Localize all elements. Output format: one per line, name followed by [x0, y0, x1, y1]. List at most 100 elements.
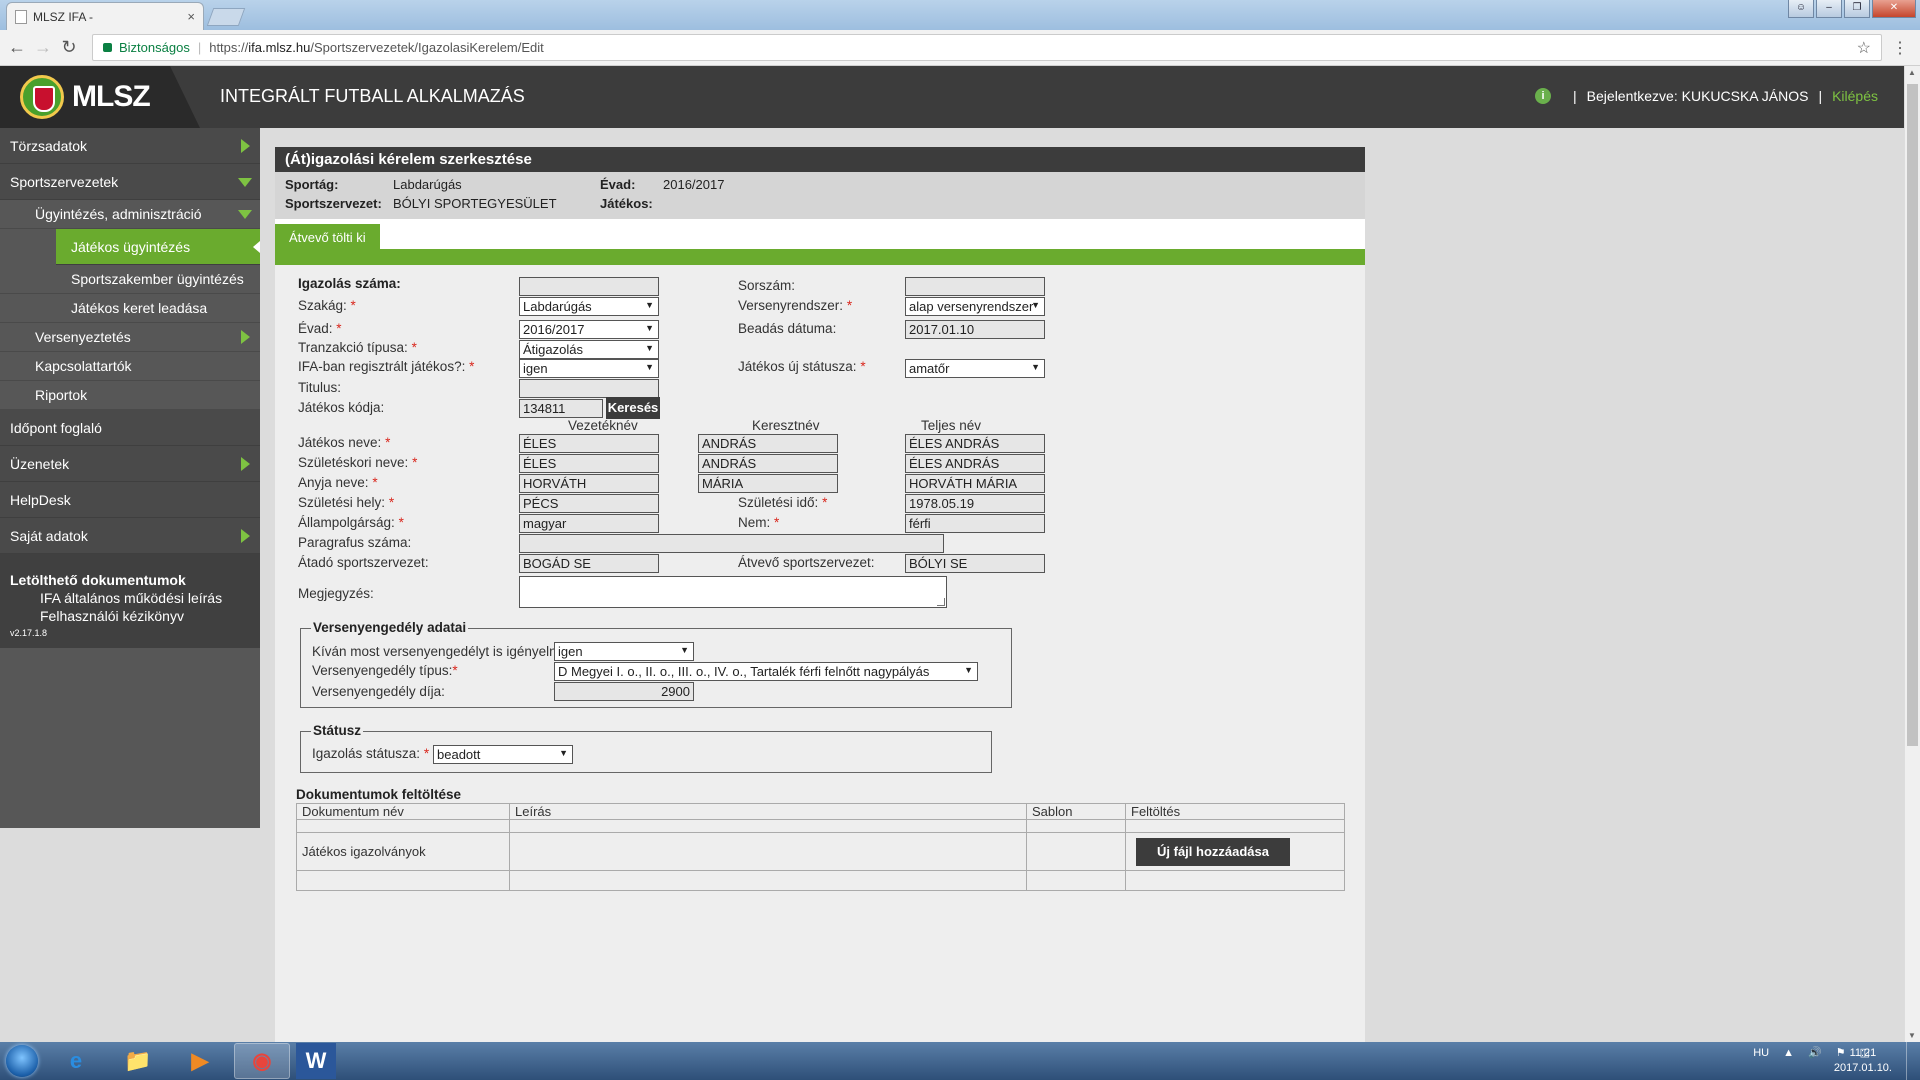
- szul-ido-input[interactable]: 1978.05.19: [905, 494, 1045, 513]
- add-file-button[interactable]: Új fájl hozzáadása: [1136, 837, 1290, 866]
- tab-close-icon[interactable]: ×: [187, 9, 195, 24]
- logout-link[interactable]: Kilépés: [1832, 88, 1878, 104]
- tipus-select[interactable]: D Megyei I. o., II. o., III. o., IV. o.,…: [554, 662, 978, 681]
- docs-header-cell: Feltöltés: [1125, 803, 1345, 820]
- sidebar-item-kapcsolattartok[interactable]: Kapcsolattartók: [0, 352, 260, 381]
- nev-vezeteknev-input[interactable]: ÉLES: [519, 434, 659, 453]
- media-player-icon[interactable]: ▶: [172, 1043, 228, 1079]
- sidebar-item-sajat-adatok[interactable]: Saját adatok: [0, 518, 260, 554]
- atvevo-input[interactable]: BÓLYI SE: [905, 554, 1045, 573]
- scroll-up-icon[interactable]: ▲: [1908, 68, 1916, 77]
- start-button-icon[interactable]: [0, 1042, 42, 1080]
- col-vezeteknev: Vezetéknév: [568, 418, 638, 433]
- anyja-keresztnev-input[interactable]: MÁRIA: [698, 474, 838, 493]
- kod-input[interactable]: 134811: [519, 399, 603, 418]
- expand-arrow-icon: [241, 330, 250, 344]
- anyja-teljes-input[interactable]: HORVÁTH MÁRIA: [905, 474, 1045, 493]
- logo-text[interactable]: MLSZ: [72, 80, 151, 114]
- docs-title: Dokumentumok feltöltése: [296, 787, 462, 802]
- statusz-select[interactable]: beadott: [433, 745, 573, 764]
- nem-input[interactable]: férfi: [905, 514, 1045, 533]
- internet-explorer-icon[interactable]: e: [48, 1043, 104, 1079]
- nev-teljes-input[interactable]: ÉLES ANDRÁS: [905, 434, 1045, 453]
- sorszam-input[interactable]: [905, 277, 1045, 296]
- table-row: [296, 870, 1345, 891]
- back-arrow-icon[interactable]: ←: [4, 37, 30, 58]
- sidebar-item-keret[interactable]: Játékos keret leadása: [0, 294, 260, 323]
- show-desktop-button[interactable]: [1906, 1042, 1920, 1080]
- tab-atvevo[interactable]: Átvevő tölti ki: [275, 224, 380, 251]
- header-separator: |: [1818, 88, 1823, 104]
- evad-select[interactable]: 2016/2017: [519, 320, 659, 339]
- sidebar-item-versenyeztetes[interactable]: Versenyeztetés: [0, 323, 260, 352]
- allampolgarsag-input[interactable]: magyar: [519, 514, 659, 533]
- sidebar-item-ugyintezes[interactable]: Ügyintézés, adminisztráció: [0, 200, 260, 229]
- download-link-leiras[interactable]: IFA általános működési leírás: [10, 590, 250, 606]
- sidebar-item-sportszervezetek[interactable]: Sportszervezetek: [0, 164, 260, 200]
- word-icon[interactable]: W: [296, 1043, 336, 1079]
- sorszam-label: Sorszám:: [738, 278, 796, 293]
- sidebar-item-sportszakember[interactable]: Sportszakember ügyintézés: [0, 265, 260, 294]
- browser-tab[interactable]: MLSZ IFA - ×: [6, 2, 204, 30]
- igazolas-szama-input[interactable]: [519, 277, 659, 296]
- sportszervezet-value: BÓLYI SPORTEGYESÜLET: [393, 196, 557, 211]
- sidebar-item-idopont[interactable]: Időpont foglaló: [0, 410, 260, 446]
- page-scrollbar[interactable]: ▲ ▼: [1904, 66, 1920, 1042]
- tray-arrow-icon[interactable]: ▲: [1783, 1047, 1794, 1059]
- tranzakcio-select[interactable]: Átigazolás: [519, 340, 659, 359]
- igazolas-szama-label: Igazolás száma:: [298, 276, 401, 291]
- chrome-icon[interactable]: ◉: [234, 1043, 290, 1079]
- clock[interactable]: 11:21 2017.01.10.: [1834, 1046, 1892, 1076]
- sidebar-item-riportok[interactable]: Riportok: [0, 381, 260, 410]
- kereses-button[interactable]: Keresés: [606, 397, 660, 419]
- user-icon[interactable]: ☺: [1788, 0, 1814, 18]
- szuletesi-keresztnev-input[interactable]: ANDRÁS: [698, 454, 838, 473]
- megjegyzes-textarea[interactable]: [519, 576, 947, 608]
- paragrafus-input[interactable]: [519, 534, 944, 553]
- szuletesi-nev-label: Születéskori neve: *: [298, 455, 418, 470]
- doc-name-cell: Játékos igazolványok: [296, 832, 510, 871]
- atvevo-label: Átvevő sportszervezet:: [738, 555, 875, 570]
- ifa-select[interactable]: igen: [519, 359, 659, 378]
- titulus-input[interactable]: [519, 379, 659, 398]
- reload-icon[interactable]: ↻: [56, 37, 82, 58]
- szakag-select[interactable]: Labdarúgás: [519, 297, 659, 316]
- url-bar[interactable]: Biztonságos | https://ifa.mlsz.hu/Sports…: [92, 34, 1882, 61]
- info-icon[interactable]: i: [1535, 88, 1552, 104]
- versenyrendszer-select[interactable]: alap versenyrendszer: [905, 297, 1045, 316]
- forward-arrow-icon[interactable]: →: [30, 37, 56, 58]
- minimize-icon[interactable]: –: [1816, 0, 1842, 18]
- bookmark-star-icon[interactable]: ☆: [1857, 38, 1871, 58]
- close-window-icon[interactable]: ✕: [1872, 0, 1916, 18]
- sportag-value: Labdarúgás: [393, 177, 462, 192]
- szul-hely-input[interactable]: PÉCS: [519, 494, 659, 513]
- dij-input[interactable]: 2900: [554, 682, 694, 701]
- sidebar-item-torzsadatok[interactable]: Törzsadatok: [0, 128, 260, 164]
- page-info: Sportág: Labdarúgás Évad: 2016/2017 Spor…: [275, 172, 1365, 219]
- atado-input[interactable]: BOGÁD SE: [519, 554, 659, 573]
- sidebar-item-uzenetek[interactable]: Üzenetek: [0, 446, 260, 482]
- doc-upload-cell: Új fájl hozzáadása: [1125, 832, 1345, 871]
- anyja-vezeteknev-input[interactable]: HORVÁTH: [519, 474, 659, 493]
- versenyengedely-legend: Versenyengedély adatai: [311, 620, 469, 635]
- kivan-select[interactable]: igen: [554, 642, 694, 661]
- maximize-icon[interactable]: ❐: [1844, 0, 1870, 18]
- download-link-kezikonyv[interactable]: Felhasználói kézikönyv: [10, 608, 250, 624]
- sidebar-item-jatekos-ugyintezes[interactable]: Játékos ügyintézés: [56, 229, 260, 265]
- file-explorer-icon[interactable]: 📁: [110, 1043, 166, 1079]
- scrollbar-thumb[interactable]: [1907, 84, 1918, 746]
- nev-keresztnev-input[interactable]: ANDRÁS: [698, 434, 838, 453]
- scroll-down-icon[interactable]: ▼: [1908, 1031, 1916, 1040]
- app-header: MLSZ INTEGRÁLT FUTBALL ALKALMAZÁS i | Be…: [0, 66, 1904, 128]
- new-tab-button[interactable]: [206, 8, 246, 26]
- volume-icon[interactable]: 🔊: [1808, 1046, 1822, 1059]
- sidebar-item-helpdesk[interactable]: HelpDesk: [0, 482, 260, 518]
- beadas-label: Beadás dátuma:: [738, 321, 837, 336]
- beadas-input[interactable]: 2017.01.10: [905, 320, 1045, 339]
- szuletesi-vezeteknev-input[interactable]: ÉLES: [519, 454, 659, 473]
- language-indicator[interactable]: HU: [1753, 1047, 1769, 1059]
- uj-statusz-select[interactable]: amatőr: [905, 359, 1045, 378]
- browser-menu-icon[interactable]: ⋮: [1892, 38, 1908, 58]
- szuletesi-teljes-input[interactable]: ÉLES ANDRÁS: [905, 454, 1045, 473]
- ifa-label: IFA-ban regisztrált játékos?: *: [298, 359, 475, 374]
